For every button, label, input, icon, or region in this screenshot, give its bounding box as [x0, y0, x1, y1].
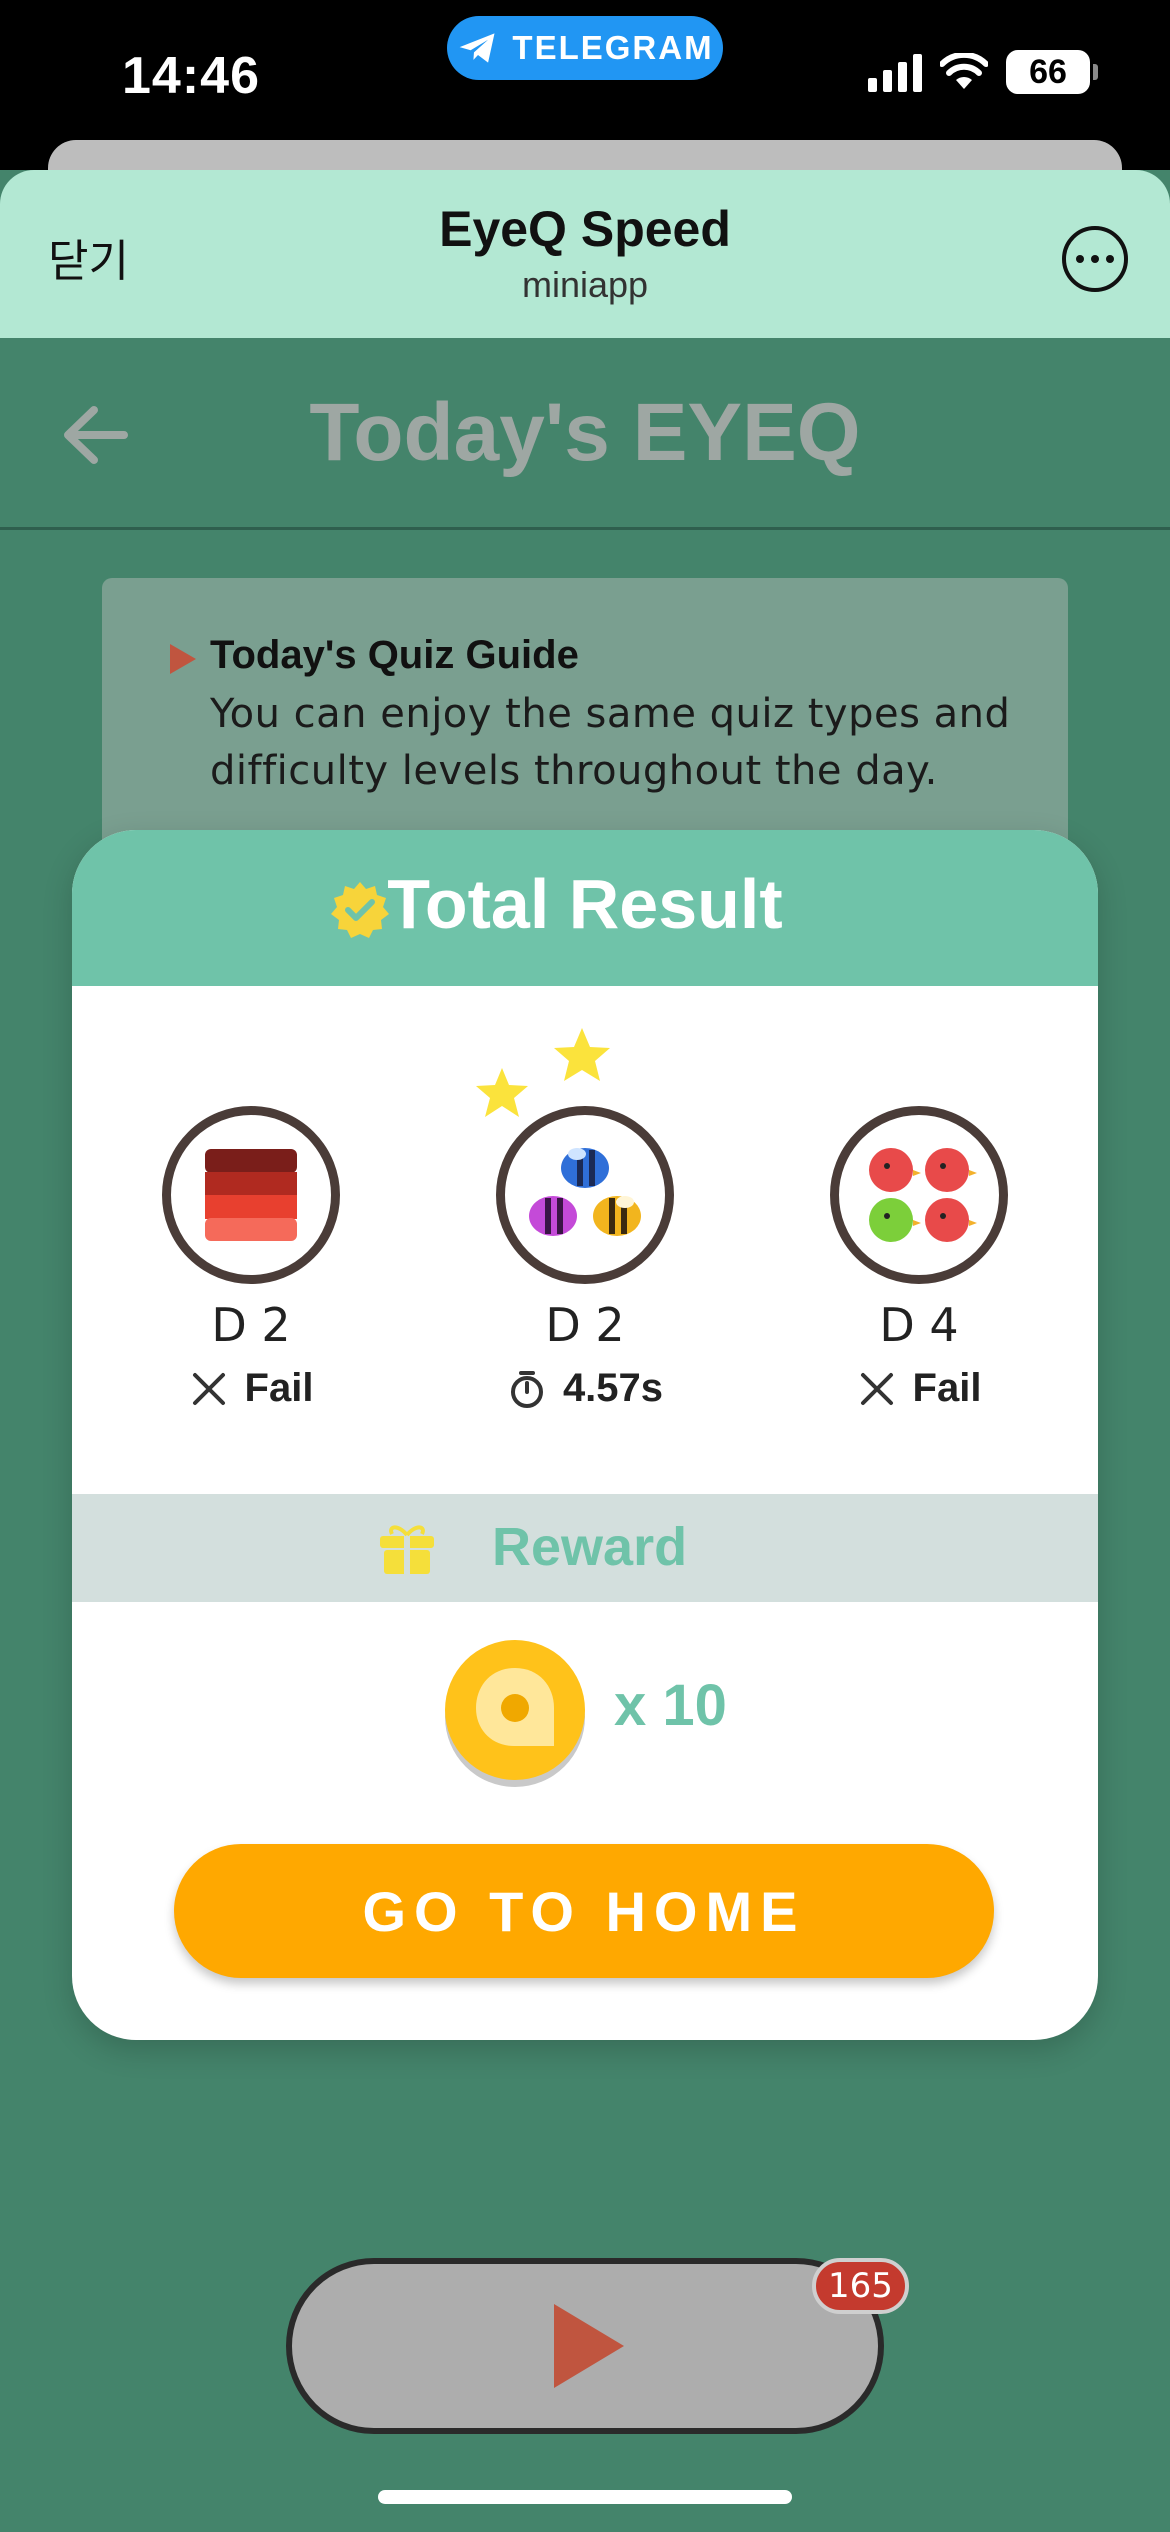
coin-icon	[445, 1640, 585, 1787]
result-modal: Total Result D 2 Fail D 2 4.57s D 4 Fail…	[72, 830, 1098, 2040]
reward-amount: x 10	[614, 1673, 727, 1738]
reward-label: Reward	[492, 1517, 688, 1577]
miniapp-title: EyeQ Speed	[439, 201, 731, 257]
quiz-outcome-label: Fail	[912, 1366, 982, 1410]
miniapp-header: 닫기 EyeQ Speed miniapp	[0, 170, 1170, 338]
close-x-icon	[192, 1372, 225, 1405]
stopwatch-icon	[510, 1370, 543, 1408]
quiz-result-1: D 2 Fail	[131, 1106, 371, 1411]
home-indicator[interactable]	[378, 2490, 792, 2504]
more-dot-icon	[1076, 255, 1084, 263]
page-title: Today's EYEQ	[309, 387, 861, 478]
quiz-outcome: Fail	[131, 1366, 371, 1411]
telegram-pill[interactable]: TELEGRAM	[447, 16, 723, 80]
birds-icon	[869, 1148, 977, 1242]
telegram-label: TELEGRAM	[512, 29, 714, 66]
quiz-outcome: 4.57s	[465, 1366, 705, 1411]
guide-text: You can enjoy the same quiz types and di…	[210, 691, 1011, 794]
close-x-icon	[860, 1372, 893, 1405]
quiz-level: D 4	[879, 1298, 959, 1352]
quiz-outcome-label: 4.57s	[562, 1366, 664, 1410]
more-options-button[interactable]	[1062, 226, 1128, 292]
status-icons: 66	[868, 50, 1098, 94]
quiz-outcome: Fail	[799, 1366, 1039, 1411]
quiz-thumbnail	[162, 1106, 340, 1284]
quiz-result-3: D 4 Fail	[799, 1106, 1039, 1411]
quiz-level: D 2	[211, 1298, 291, 1352]
wifi-icon	[940, 53, 988, 89]
play-icon	[554, 2304, 624, 2388]
telegram-icon	[460, 33, 495, 63]
go-to-home-button[interactable]: GO TO HOME	[174, 1844, 994, 1978]
triangle-bullet-icon	[170, 644, 196, 674]
more-dot-icon	[1106, 255, 1114, 263]
battery-icon: 66	[1006, 50, 1098, 94]
miniapp-subtitle: miniapp	[521, 264, 649, 305]
signal-icon	[868, 52, 922, 92]
bees-icon	[529, 1148, 641, 1236]
quiz-outcome-label: Fail	[244, 1366, 314, 1410]
gift-icon	[380, 1525, 434, 1574]
page-header: Today's EYEQ	[0, 338, 1170, 530]
color-blocks-icon	[205, 1149, 297, 1241]
modal-title: Total Result	[387, 865, 783, 943]
play-count-badge: 165	[812, 2258, 909, 2314]
quiz-result-2: D 2 4.57s	[465, 1106, 705, 1411]
more-dot-icon	[1091, 255, 1099, 263]
quiz-level: D 2	[545, 1298, 625, 1352]
modal-header: Total Result	[72, 830, 1098, 986]
quiz-thumbnail	[830, 1106, 1008, 1284]
reward-band: Reward	[72, 1494, 1098, 1602]
status-time: 14:46	[122, 47, 260, 105]
play-button[interactable]: 165	[286, 2258, 909, 2434]
quiz-thumbnail	[496, 1106, 674, 1284]
guide-heading: Today's Quiz Guide	[210, 633, 579, 677]
